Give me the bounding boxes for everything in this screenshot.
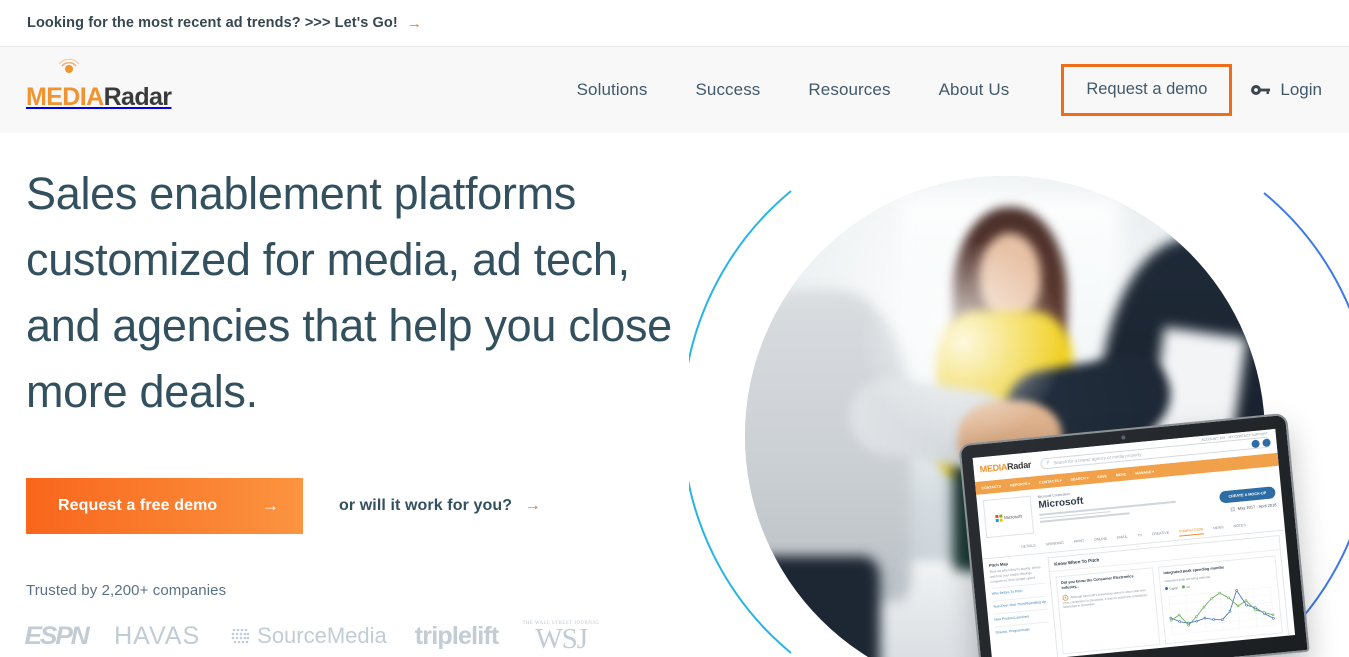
- legend-item-digital: Digital: [1164, 586, 1178, 591]
- app-nav-item[interactable]: MOVE: [1116, 472, 1127, 477]
- checkbox-icon[interactable]: [1230, 506, 1235, 512]
- tab-details[interactable]: DETAILS: [1021, 543, 1036, 551]
- logo-text-media: MEDIA: [26, 83, 104, 111]
- client-logo-sourcemedia-label: SourceMedia: [257, 623, 387, 648]
- sourcemedia-dots-icon: [231, 628, 250, 644]
- app-nav-item[interactable]: SEARCH ▾: [1070, 476, 1088, 482]
- app-logo: MEDIARadar: [979, 460, 1031, 475]
- arrow-right-icon: →: [261, 496, 279, 515]
- trusted-by-text: Trusted by 2,200+ companies: [26, 582, 227, 599]
- site-header: MEDIA Radar Solutions Success Resources …: [0, 47, 1349, 133]
- client-logo-triplelift: triplelift: [414, 621, 499, 650]
- will-it-work-for-you-link[interactable]: or will it work for you? →: [339, 497, 541, 515]
- tab-tv[interactable]: TV: [1137, 533, 1142, 540]
- avatar[interactable]: [1251, 439, 1260, 449]
- laptop-screen: MEDIARadar ⚲ Search for a brand, agency …: [972, 428, 1296, 657]
- tab-print[interactable]: PRINT: [1074, 539, 1085, 547]
- hero-artwork: MEDIARadar ⚲ Search for a brand, agency …: [689, 133, 1349, 657]
- nav-item-about-us[interactable]: About Us: [939, 80, 1010, 100]
- login-link[interactable]: Login: [1250, 80, 1322, 100]
- main-navigation: Solutions Success Resources About Us Req…: [553, 47, 1349, 133]
- sidebar-item[interactable]: Director, Programmatic: [994, 621, 1050, 636]
- tab-online[interactable]: ONLINE: [1094, 537, 1108, 545]
- key-icon: [1251, 85, 1271, 95]
- radar-signal-icon: [58, 58, 80, 73]
- app-logo-media: MEDIA: [979, 461, 1008, 475]
- brand-logo-box: Microsoft: [982, 495, 1035, 539]
- arrow-right-icon: →: [406, 14, 422, 32]
- legend-item-all: All: [1181, 585, 1190, 590]
- app-sidebar: Pitch Map Find out when they're buying, …: [989, 558, 1053, 657]
- laptop-camera-icon: [1121, 435, 1126, 440]
- request-a-free-demo-button[interactable]: Request a free demo →: [26, 478, 303, 534]
- app-nav-item[interactable]: MANAGE ▾: [1135, 469, 1154, 475]
- insight-card: Did you know the Consumer Electronics in…: [1055, 567, 1161, 655]
- tab-spending[interactable]: SPENDING: [1045, 541, 1064, 550]
- avatar[interactable]: [1262, 438, 1271, 448]
- page-title: Sales enablement platforms customized fo…: [26, 168, 672, 417]
- brand-logo-label: Microsoft: [1003, 513, 1023, 520]
- app-search-placeholder: Search for a brand, agency or media prop…: [1052, 451, 1142, 465]
- tab-notes[interactable]: NOTES: [1233, 523, 1246, 531]
- tab-email[interactable]: EMAIL: [1117, 535, 1128, 543]
- search-icon: ⚲: [1045, 459, 1050, 466]
- app-nav-item[interactable]: CONTACTS: [981, 484, 1001, 490]
- tab-competition[interactable]: COMPETITION: [1178, 527, 1204, 537]
- announcement-banner[interactable]: Looking for the most recent ad trends? >…: [0, 0, 1349, 47]
- client-logo-espn: ESPN: [24, 621, 89, 650]
- tab-news[interactable]: NEWS: [1213, 525, 1224, 533]
- insight-card-body: Although Microsoft's advertising spend i…: [1062, 587, 1148, 610]
- hero-content: Sales enablement platforms customized fo…: [24, 161, 686, 655]
- cta-button-label: Request a free demo: [58, 497, 218, 514]
- client-logo-wsj-label: WSJ: [535, 622, 588, 655]
- mediaradar-logo[interactable]: MEDIA Radar: [26, 58, 172, 111]
- app-nav-item[interactable]: SAVE: [1097, 474, 1107, 479]
- sidebar-item[interactable]: Year-Over-Year Trend/Spending Up: [992, 595, 1048, 610]
- app-logo-radar: Radar: [1006, 459, 1032, 472]
- announcement-banner-text: Looking for the most recent ad trends? >…: [27, 15, 398, 31]
- client-logo-havas: HAVAS: [114, 621, 201, 650]
- client-logo-sourcemedia: SourceMedia: [230, 623, 387, 649]
- hero-section: Sales enablement platforms customized fo…: [0, 133, 1349, 657]
- spending-chart-card: Integrated peak spending months Integrat…: [1157, 555, 1283, 645]
- app-nav-item[interactable]: REPORTS ▾: [1010, 481, 1030, 487]
- nav-item-solutions[interactable]: Solutions: [577, 80, 648, 100]
- hero-cta-row: Request a free demo → or will it work fo…: [26, 478, 686, 534]
- know-when-to-pitch-panel: Know When To Pitch Did you know the Cons…: [1047, 535, 1290, 657]
- sidebar-item[interactable]: New Product Launches: [993, 608, 1049, 623]
- arrow-right-icon: →: [524, 497, 541, 514]
- nav-item-resources[interactable]: Resources: [808, 80, 890, 100]
- client-logo-wsj: THE WALL STREET JOURNAL WSJ: [522, 621, 599, 655]
- laptop-mockup: MEDIARadar ⚲ Search for a brand, agency …: [958, 412, 1310, 657]
- logo-text-radar: Radar: [103, 83, 172, 111]
- spending-line-chart: [1168, 586, 1275, 635]
- tab-creative[interactable]: CREATIVE: [1152, 531, 1170, 540]
- client-logo-strip: ESPN HAVAS SourceMedia triplelift THE WA…: [24, 621, 686, 655]
- nav-item-success[interactable]: Success: [695, 80, 760, 100]
- cta-link-label: or will it work for you?: [339, 497, 513, 514]
- app-nav-item[interactable]: CONTACTS ▾: [1039, 478, 1062, 484]
- sidebar-item[interactable]: Who Before To Pitch: [991, 583, 1046, 597]
- sidebar-paragraph: Find out when they're buying, where and …: [989, 565, 1041, 584]
- request-a-demo-button[interactable]: Request a demo: [1061, 64, 1233, 116]
- login-label: Login: [1280, 80, 1322, 99]
- microsoft-squares-icon: [994, 514, 1003, 522]
- date-range-label: May 2017 - April 2018: [1237, 502, 1277, 511]
